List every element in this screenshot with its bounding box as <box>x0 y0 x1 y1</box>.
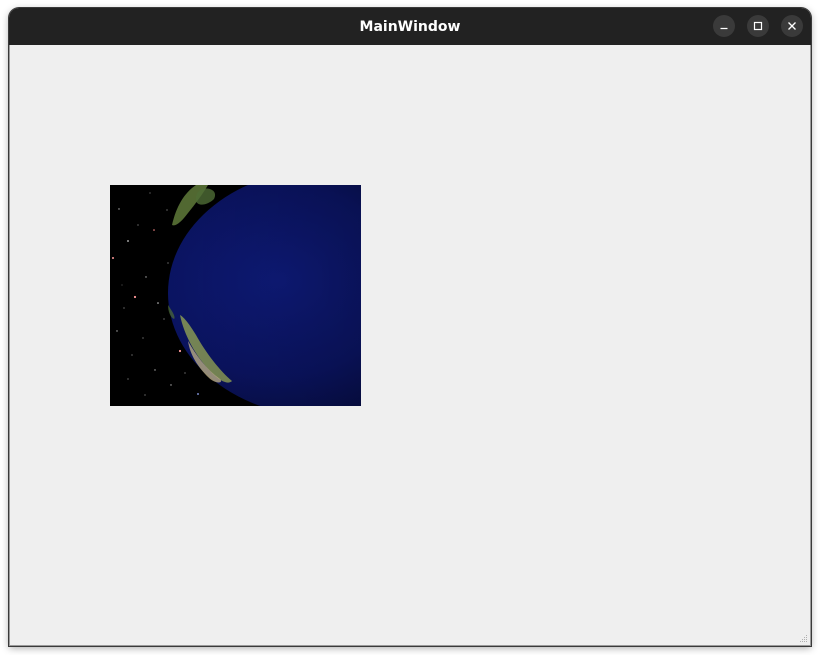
title-bar[interactable]: MainWindow <box>9 8 811 45</box>
minimize-icon <box>720 27 728 30</box>
window-title: MainWindow <box>359 18 461 35</box>
maximize-icon <box>753 21 763 31</box>
main-window: MainWindow <box>9 8 811 646</box>
minimize-button[interactable] <box>713 15 735 37</box>
client-area <box>9 45 811 646</box>
earth-image <box>110 185 361 406</box>
maximize-button[interactable] <box>747 15 769 37</box>
close-button[interactable] <box>781 15 803 37</box>
resize-grip-icon[interactable] <box>798 633 808 643</box>
close-icon <box>788 22 796 30</box>
earth-picture <box>110 185 361 406</box>
